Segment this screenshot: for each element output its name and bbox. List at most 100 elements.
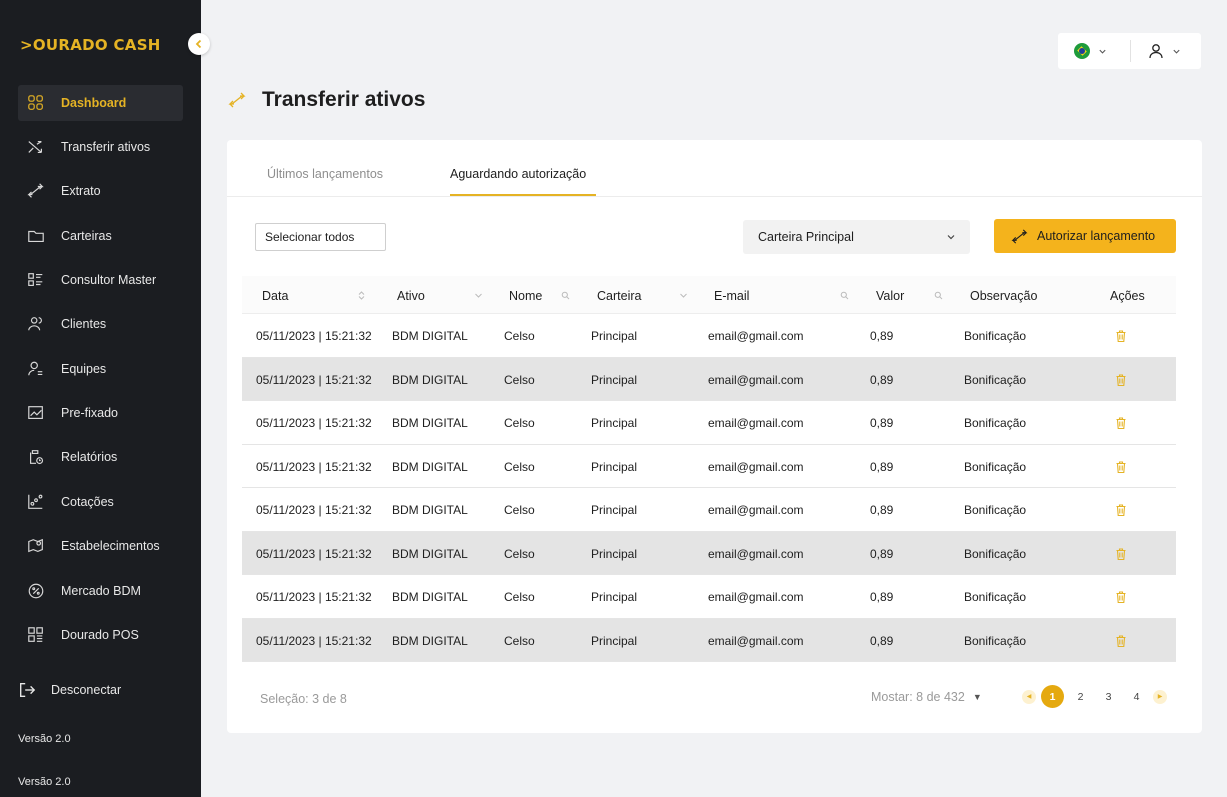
table-row[interactable]: 05/11/2023 | 15:21:32 BDM DIGITAL Celso Pri… [242, 314, 1176, 358]
chevron-down-icon[interactable] [474, 291, 483, 300]
map-pin-icon [26, 536, 46, 556]
sidebar-item-dourado-pos[interactable]: Dourado POS [18, 617, 183, 653]
page-size-selector[interactable]: Mostar: 8 de 432 ▼ [871, 690, 982, 704]
sidebar-item-dashboard[interactable]: Dashboard [18, 85, 183, 121]
chevron-down-icon[interactable] [679, 291, 688, 300]
cell-data: 05/11/2023 | 15:21:32 [256, 372, 372, 387]
cell-carteira: Principal [591, 590, 638, 604]
cell-nome: Celso [504, 590, 535, 604]
trash-icon[interactable] [1114, 416, 1128, 430]
next-page-icon[interactable]: ▶ [1153, 689, 1167, 704]
pagination: ◀ 1 2 3 4 ▶ [1022, 685, 1167, 708]
logout-button[interactable]: Desconectar [18, 680, 121, 700]
page-3[interactable]: 3 [1097, 685, 1120, 708]
sidebar-item-estabelecimentos[interactable]: Estabelecimentos [18, 528, 183, 564]
page-1[interactable]: 1 [1041, 685, 1064, 708]
sidebar-item-label: Cotações [61, 495, 114, 509]
sidebar-item-mercado-bdm[interactable]: Mercado BDM [18, 573, 183, 609]
page-2[interactable]: 2 [1069, 685, 1092, 708]
column-header-carteira[interactable]: Carteira [597, 289, 641, 303]
sidebar-item-pre-fixado[interactable]: Pre-fixado [18, 395, 183, 431]
trash-icon[interactable] [1114, 547, 1128, 561]
sidebar-item-transferir-ativos[interactable]: Transferir ativos [18, 129, 183, 165]
search-icon[interactable] [840, 291, 849, 300]
collapse-sidebar-button[interactable] [188, 33, 210, 55]
transfer-arrows-icon [228, 92, 246, 108]
table-row[interactable]: 05/11/2023 | 15:21:32 BDM DIGITAL Celso Pri… [242, 488, 1176, 532]
column-header-ativo[interactable]: Ativo [397, 289, 425, 303]
trash-icon[interactable] [1114, 329, 1128, 343]
cell-valor: 0,89 [870, 329, 894, 343]
trash-icon[interactable] [1114, 634, 1128, 648]
cell-nome: Celso [504, 372, 535, 387]
table-row[interactable]: 05/11/2023 | 15:21:32 BDM DIGITAL Celso Pri… [242, 531, 1176, 575]
cell-data: 05/11/2023 | 15:21:32 [256, 329, 372, 343]
column-header-observacao[interactable]: Observação [970, 289, 1037, 303]
sidebar-item-cota-es[interactable]: Cotações [18, 484, 183, 520]
cell-nome: Celso [504, 546, 535, 561]
cell-valor: 0,89 [870, 633, 894, 648]
cell-ativo: BDM DIGITAL [392, 416, 468, 430]
sort-icon[interactable] [357, 291, 366, 300]
search-icon[interactable] [934, 291, 943, 300]
cell-valor: 0,89 [870, 372, 894, 387]
cell-nome: Celso [504, 416, 535, 430]
cell-ativo: BDM DIGITAL [392, 459, 468, 474]
sidebar-item-extrato[interactable]: Extrato [18, 173, 183, 209]
sidebar-item-label: Estabelecimentos [61, 539, 160, 553]
transfer-arrows-icon [1011, 228, 1028, 244]
tab-aguardando-autorizacao[interactable]: Aguardando autorização [450, 167, 586, 181]
select-all-button[interactable]: Selecionar todos [255, 223, 386, 251]
column-header-nome[interactable]: Nome [509, 289, 542, 303]
cell-carteira: Principal [591, 329, 638, 343]
cell-nome: Celso [504, 459, 535, 474]
cell-nome: Celso [504, 633, 535, 648]
trash-icon[interactable] [1114, 460, 1128, 474]
trash-icon[interactable] [1114, 373, 1128, 387]
column-header-data[interactable]: Data [262, 289, 288, 303]
wallet-select[interactable]: Carteira Principal [743, 220, 970, 254]
brand-logo[interactable]: >OURADO CASH [20, 36, 161, 54]
table-row[interactable]: 05/11/2023 | 15:21:32 BDM DIGITAL Celso Pri… [242, 575, 1176, 619]
sidebar-item-relat-rios[interactable]: Relatórios [18, 439, 183, 475]
sidebar-item-label: Equipes [61, 362, 107, 376]
cell-email: email@gmail.com [708, 372, 804, 387]
cell-email: email@gmail.com [708, 459, 804, 474]
cell-email: email@gmail.com [708, 329, 804, 343]
prev-page-icon[interactable]: ◀ [1022, 689, 1036, 704]
cell-data: 05/11/2023 | 15:21:32 [256, 416, 372, 430]
trash-icon[interactable] [1114, 503, 1128, 517]
table-row[interactable]: 05/11/2023 | 15:21:32 BDM DIGITAL Celso Pri… [242, 401, 1176, 445]
cell-valor: 0,89 [870, 503, 894, 517]
sidebar-item-consultor-master[interactable]: Consultor Master [18, 262, 183, 298]
table-row[interactable]: 05/11/2023 | 15:21:32 BDM DIGITAL Celso Pri… [242, 357, 1176, 401]
transfer-arrows-icon [26, 181, 46, 201]
chevron-down-icon [1099, 49, 1106, 54]
authorize-button[interactable]: Autorizar lançamento [994, 219, 1176, 253]
trash-icon[interactable] [1114, 590, 1128, 604]
sidebar-item-equipes[interactable]: Equipes [18, 351, 183, 387]
sidebar-item-label: Relatórios [61, 450, 118, 464]
page-header: Transferir ativos [228, 88, 425, 112]
cell-carteira: Principal [591, 633, 638, 648]
folder-icon [26, 226, 46, 246]
cell-email: email@gmail.com [708, 590, 804, 604]
page-size-label: Mostar: 8 de 432 [871, 690, 965, 704]
table-row[interactable]: 05/11/2023 | 15:21:32 BDM DIGITAL Celso Pri… [242, 445, 1176, 488]
user-menu[interactable] [1131, 33, 1181, 69]
cell-data: 05/11/2023 | 15:21:32 [256, 633, 372, 648]
column-header-email[interactable]: E-mail [714, 289, 749, 303]
search-icon[interactable] [561, 291, 570, 300]
cell-observacao: Bonificação [964, 633, 1027, 648]
column-header-valor[interactable]: Valor [876, 289, 904, 303]
cell-nome: Celso [504, 329, 535, 343]
tab-ultimos-lancamentos[interactable]: Últimos lançamentos [267, 167, 383, 181]
language-selector[interactable] [1058, 33, 1130, 69]
sidebar-item-label: Clientes [61, 317, 107, 331]
sidebar-item-carteiras[interactable]: Carteiras [18, 218, 183, 254]
shuffle-icon [26, 137, 46, 157]
sidebar-item-clientes[interactable]: Clientes [18, 306, 183, 342]
cell-carteira: Principal [591, 546, 638, 561]
page-4[interactable]: 4 [1125, 685, 1148, 708]
table-row[interactable]: 05/11/2023 | 15:21:32 BDM DIGITAL Celso Pri… [242, 618, 1176, 662]
